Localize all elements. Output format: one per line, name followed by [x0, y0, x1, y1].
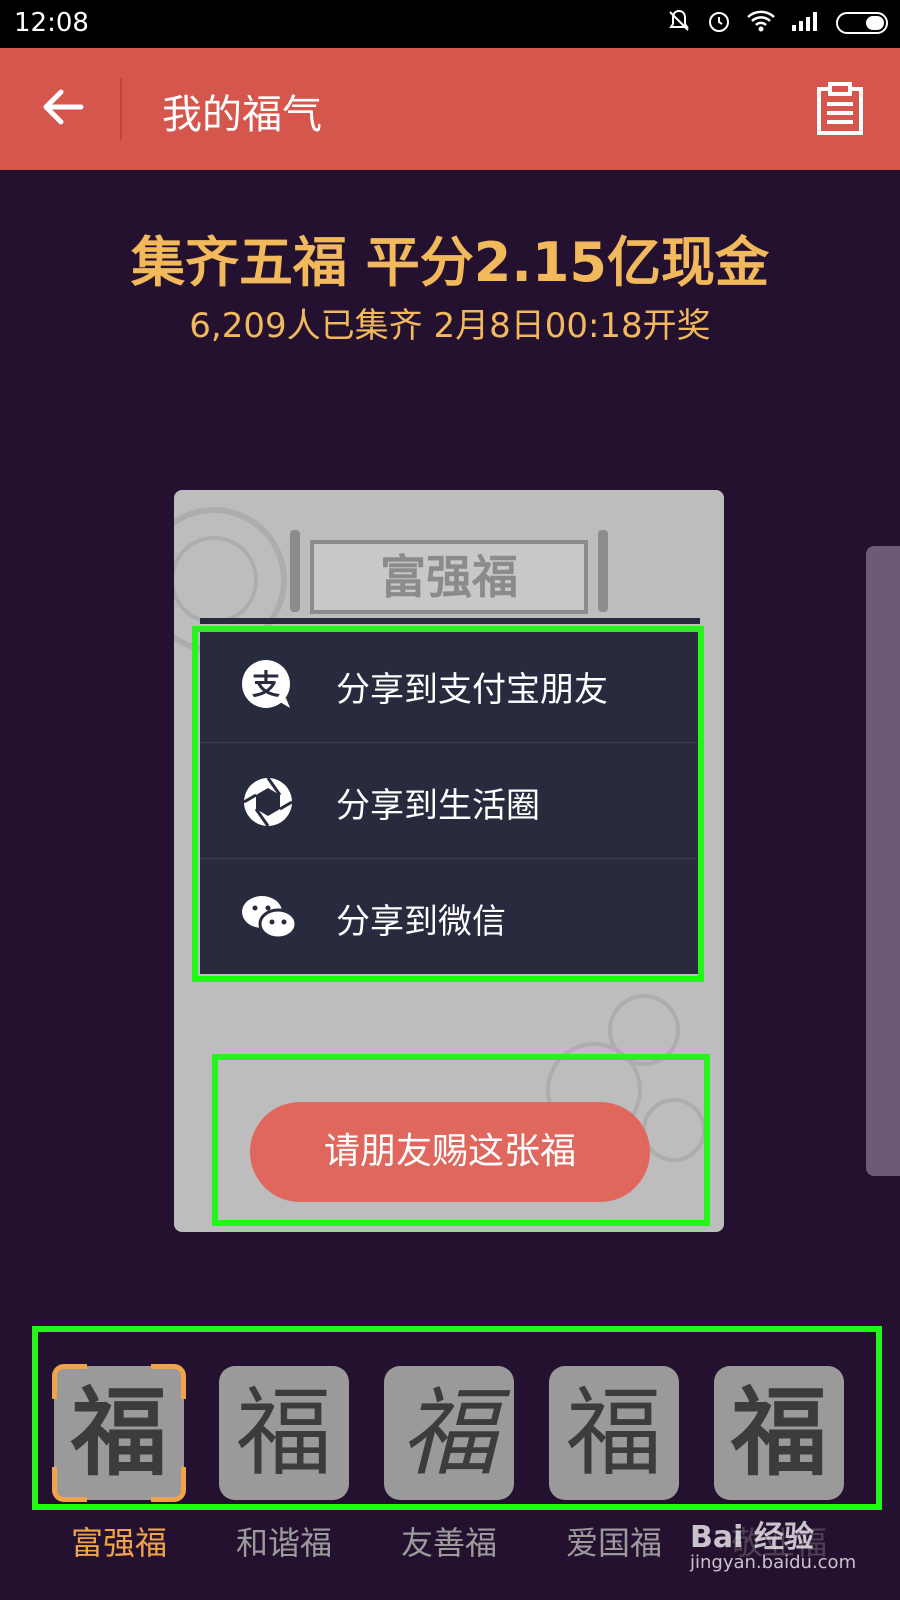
signal-icon: [790, 9, 822, 37]
app-header: 我的福气: [0, 48, 900, 170]
watermark-url: jingyan.baidu.com: [690, 1552, 857, 1573]
highlight-share-menu: [192, 626, 704, 982]
records-button[interactable]: [816, 82, 864, 136]
clipboard-icon: [817, 82, 863, 135]
fu-glyph: 福: [714, 1366, 844, 1500]
fu-tab-label: 友善福: [400, 1524, 497, 1562]
status-time: 12:08: [14, 8, 89, 38]
page-title: 我的福气: [162, 92, 322, 138]
fu-tab-hexie[interactable]: 福: [219, 1366, 349, 1500]
wifi-icon: [746, 9, 776, 37]
status-bar: 12:08: [0, 0, 900, 48]
card-title: 富强福: [310, 540, 588, 614]
watermark-text: Bai 经验: [690, 1520, 814, 1555]
next-card-peek[interactable]: [866, 546, 900, 1176]
arrow-left-icon: [43, 89, 84, 125]
fu-glyph: 福: [384, 1366, 514, 1500]
fu-tab-fuqiang[interactable]: 福: [52, 1364, 186, 1502]
fu-tab-label: 和谐福: [235, 1524, 332, 1562]
battery-icon: [836, 12, 888, 34]
bell-mute-icon: [666, 8, 692, 38]
fu-tab-youshan[interactable]: 福: [384, 1366, 514, 1500]
promo-subline: 6,209人已集齐 2月8日00:18开奖: [189, 306, 711, 346]
fu-glyph: 福: [549, 1366, 679, 1500]
status-icons: [666, 8, 888, 38]
selected-corner: [52, 1364, 87, 1399]
promo-headline: 集齐五福 平分2.15亿现金: [130, 231, 770, 294]
scroll-pole-left: [290, 530, 300, 612]
baidu-watermark: Bai 经验 jingyan.baidu.com: [690, 1512, 856, 1573]
scroll-pole-right: [598, 530, 608, 612]
selected-corner: [151, 1364, 186, 1399]
selected-corner: [52, 1467, 87, 1502]
fu-tab-label: 富强福: [70, 1524, 167, 1562]
alarm-icon: [706, 8, 732, 38]
fu-tab-jingye[interactable]: 福: [714, 1366, 844, 1500]
highlight-cta: [212, 1054, 710, 1226]
selected-corner: [151, 1467, 186, 1502]
fu-tab-aiguo[interactable]: 福: [549, 1366, 679, 1500]
fu-tab-label: 爱国福: [565, 1524, 662, 1562]
fu-glyph: 福: [219, 1366, 349, 1500]
header-divider: [120, 78, 122, 140]
back-button[interactable]: [30, 74, 96, 140]
